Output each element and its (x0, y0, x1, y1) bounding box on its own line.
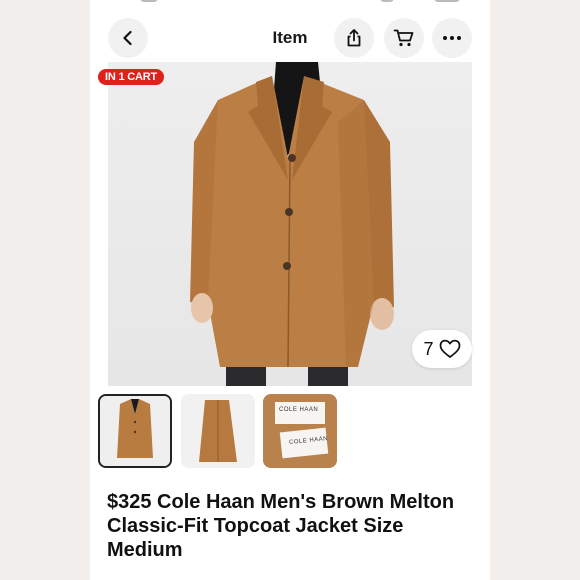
heart-icon (439, 339, 460, 358)
back-button[interactable] (108, 18, 148, 58)
more-horizontal-icon (443, 36, 461, 40)
listing-screen: Item IN 1 CART 7 COLE HAAN COLE HAAN $32… (90, 0, 490, 580)
like-button[interactable]: 7 (412, 330, 472, 368)
listing-title: $325 Cole Haan Men's Brown Melton Classi… (107, 491, 455, 561)
thumbnail-2[interactable] (181, 394, 255, 468)
like-count: 7 (423, 338, 434, 359)
page-title: Item (272, 28, 308, 47)
status-battery-fragment (434, 0, 460, 2)
status-bar (90, 0, 490, 8)
thumbnail-1[interactable] (98, 394, 172, 468)
top-nav: Item (90, 14, 490, 64)
status-time-fragment (140, 0, 158, 2)
cart-button[interactable] (384, 18, 424, 58)
status-signal-fragment (380, 0, 394, 2)
chevron-left-icon (123, 30, 132, 46)
share-button[interactable] (334, 18, 374, 58)
brand-label-top: COLE HAAN (279, 407, 319, 413)
thumbnail-3[interactable]: COLE HAAN COLE HAAN (263, 394, 337, 468)
cart-icon (393, 29, 414, 47)
in-cart-badge: IN 1 CART (98, 69, 164, 85)
coat-front-thumbnail (100, 396, 170, 466)
share-icon (347, 29, 361, 47)
label-thumbnail (263, 394, 337, 468)
coat-side-thumbnail (181, 394, 255, 468)
more-button[interactable] (432, 18, 472, 58)
